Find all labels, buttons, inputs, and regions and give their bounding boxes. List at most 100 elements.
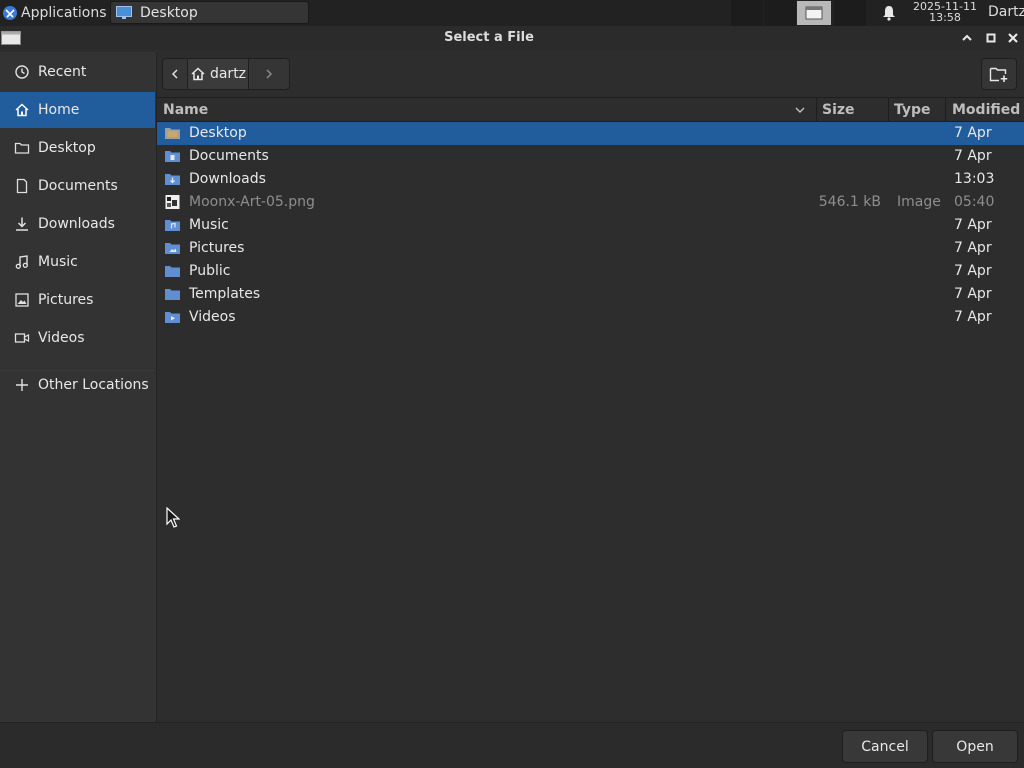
path-home-button[interactable]: dartz [188, 58, 248, 90]
home-icon [191, 67, 205, 81]
path-back-button[interactable] [162, 58, 188, 90]
sidebar-item-label: Recent [38, 64, 87, 80]
dialog-title: Select a File [444, 30, 534, 45]
sidebar-item-label: Videos [38, 330, 85, 346]
downloads-folder-icon [165, 174, 180, 185]
workspace-4[interactable] [834, 0, 866, 26]
file-modified: 05:40 [954, 194, 995, 210]
sidebar-item-other-locations[interactable]: Other Locations [0, 367, 155, 403]
file-size: 546.1 kB [818, 194, 881, 210]
file-name: Documents [189, 148, 269, 164]
file-type: Image [897, 194, 941, 210]
image-file-icon [165, 195, 180, 209]
sidebar-item-home[interactable]: Home [0, 92, 155, 128]
file-row-templates[interactable]: Templates 7 Apr [157, 283, 1024, 306]
picture-icon [15, 293, 29, 307]
close-button[interactable] [1005, 30, 1021, 46]
column-divider [945, 98, 946, 122]
videos-folder-icon [165, 312, 180, 323]
document-icon [16, 178, 28, 194]
applications-label: Applications [21, 5, 107, 21]
task-item-label: Desktop [140, 4, 198, 21]
task-item-desktop[interactable]: Desktop [110, 1, 309, 24]
cancel-button[interactable]: Cancel [842, 730, 928, 763]
workspace-2[interactable] [764, 0, 796, 26]
sidebar-item-label: Documents [38, 178, 118, 194]
sidebar-item-music[interactable]: Music [0, 244, 155, 280]
file-name: Moonx-Art-05.png [189, 194, 315, 210]
chevron-left-icon [171, 69, 178, 79]
new-folder-icon [989, 67, 1008, 82]
sidebar-item-label: Home [38, 102, 80, 118]
clock-icon [15, 65, 29, 79]
column-header-name[interactable]: Name [163, 102, 208, 118]
file-name: Pictures [189, 240, 245, 256]
sidebar-item-recent[interactable]: Recent [0, 54, 155, 90]
sidebar-item-label: Other Locations [38, 377, 149, 393]
file-name: Public [189, 263, 231, 279]
user-menu[interactable]: Dartz [988, 4, 1024, 20]
new-folder-button[interactable] [981, 58, 1017, 90]
sidebar-item-label: Downloads [38, 216, 115, 232]
sidebar-item-label: Music [38, 254, 78, 270]
clock[interactable]: 2025-11-11 13:58 [906, 1, 984, 23]
file-row-music[interactable]: Music 7 Apr [157, 214, 1024, 237]
sort-chevron-down-icon[interactable] [794, 105, 806, 115]
column-divider [816, 98, 817, 122]
desktop-folder-icon [165, 128, 180, 139]
file-row-videos[interactable]: Videos 7 Apr [157, 306, 1024, 329]
documents-folder-icon [165, 151, 180, 162]
maximize-button[interactable] [983, 30, 999, 46]
chevron-right-icon [266, 69, 273, 79]
sidebar-item-desktop[interactable]: Desktop [0, 130, 155, 166]
file-row-documents[interactable]: Documents 7 Apr [157, 145, 1024, 168]
path-forward-button[interactable] [248, 58, 290, 90]
places-sidebar: Recent Home Desktop Documents Downloads … [0, 52, 157, 722]
column-header-modified[interactable]: Modified [952, 102, 1020, 118]
column-header-size[interactable]: Size [822, 102, 855, 118]
file-modified: 7 Apr [954, 240, 992, 256]
download-icon [16, 217, 28, 231]
workspace-3-active[interactable] [797, 1, 831, 25]
applications-menu-button[interactable]: Applications [0, 0, 110, 26]
file-name: Downloads [189, 171, 266, 187]
file-row-public[interactable]: Public 7 Apr [157, 260, 1024, 283]
clock-time: 13:58 [929, 11, 961, 24]
file-name: Videos [189, 309, 236, 325]
sidebar-item-downloads[interactable]: Downloads [0, 206, 155, 242]
file-row-pictures[interactable]: Pictures 7 Apr [157, 237, 1024, 260]
sidebar-item-label: Desktop [38, 140, 96, 156]
folder-icon [14, 142, 30, 154]
workspace-1[interactable] [731, 0, 763, 26]
music-icon [15, 255, 28, 269]
open-button[interactable]: Open [932, 730, 1018, 763]
file-name: Desktop [189, 125, 247, 141]
home-icon [15, 103, 29, 117]
shade-button[interactable] [959, 30, 975, 46]
taskbar: Applications Desktop 2025-11-11 13:58 Da… [0, 0, 1024, 26]
sidebar-item-documents[interactable]: Documents [0, 168, 155, 204]
xfce-logo-icon [3, 6, 17, 20]
file-row-desktop[interactable]: Desktop 7 Apr [157, 122, 1024, 145]
file-modified: 13:03 [954, 171, 995, 187]
templates-folder-icon [165, 289, 180, 300]
notification-bell-icon[interactable] [880, 4, 898, 22]
pictures-folder-icon [165, 243, 180, 254]
sidebar-item-label: Pictures [38, 292, 94, 308]
file-modified: 7 Apr [954, 263, 992, 279]
dialog-titlebar: Select a File [0, 26, 1024, 50]
sidebar-item-videos[interactable]: Videos [0, 320, 155, 356]
file-modified: 7 Apr [954, 309, 992, 325]
video-icon [14, 333, 30, 343]
column-divider [888, 98, 889, 122]
file-row-image[interactable]: Moonx-Art-05.png 546.1 kB Image 05:40 [157, 191, 1024, 214]
file-modified: 7 Apr [954, 148, 992, 164]
sidebar-item-pictures[interactable]: Pictures [0, 282, 155, 318]
file-modified: 7 Apr [954, 217, 992, 233]
path-current-label: dartz [209, 66, 247, 82]
file-row-downloads[interactable]: Downloads 13:03 [157, 168, 1024, 191]
public-folder-icon [165, 266, 180, 277]
file-list-header: Name Size Type Modified [157, 97, 1024, 122]
column-header-type[interactable]: Type [894, 102, 931, 118]
dialog-action-bar: Cancel Open [0, 722, 1024, 768]
